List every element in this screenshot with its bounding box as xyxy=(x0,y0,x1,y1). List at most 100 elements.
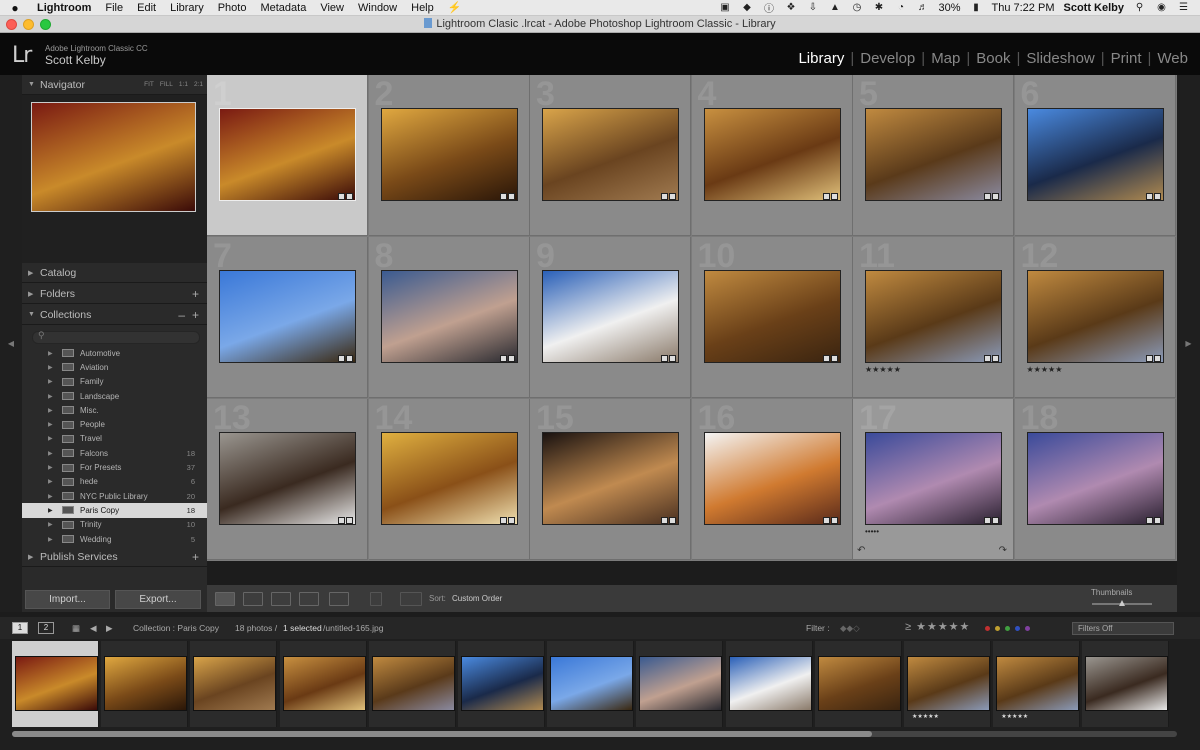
camera-icon[interactable]: ▣ xyxy=(718,2,731,13)
sort-direction-icon[interactable] xyxy=(400,592,422,606)
module-develop[interactable]: Develop xyxy=(854,50,921,67)
collection-item[interactable]: ▶ Misc. xyxy=(22,403,207,417)
filmstrip-source[interactable]: Collection : Paris Copy xyxy=(133,623,219,633)
filmstrip-photo[interactable] xyxy=(996,656,1080,711)
photo-thumbnail[interactable] xyxy=(380,270,518,363)
filmstrip-photo[interactable] xyxy=(1085,656,1169,711)
module-slideshow[interactable]: Slideshow xyxy=(1020,50,1100,67)
collection-badge-icon[interactable] xyxy=(822,355,830,362)
photo-thumbnail[interactable] xyxy=(542,432,679,525)
zoom-2-1[interactable]: 2:1 xyxy=(194,81,203,88)
edit-badge-icon[interactable] xyxy=(507,517,515,524)
photo-thumbnail[interactable] xyxy=(703,270,841,363)
collection-expand-triangle-icon[interactable]: ▶ xyxy=(48,507,53,514)
filmstrip-thumb[interactable] xyxy=(12,641,99,727)
photo-thumbnail[interactable] xyxy=(1026,270,1164,363)
droplet-icon[interactable]: ◆ xyxy=(740,2,753,13)
collection-expand-triangle-icon[interactable]: ▶ xyxy=(48,478,53,485)
color-label-dot[interactable] xyxy=(995,626,1000,631)
edit-badge-icon[interactable] xyxy=(346,193,353,200)
filmstrip-thumb[interactable] xyxy=(725,641,813,727)
photo-thumbnail[interactable] xyxy=(219,432,356,525)
photo-thumbnail[interactable] xyxy=(703,108,841,201)
wifi-icon[interactable]: ◔ xyxy=(894,2,907,13)
thumbnail-size-slider[interactable] xyxy=(1092,600,1152,606)
module-print[interactable]: Print xyxy=(1105,50,1148,67)
edit-badge-icon[interactable] xyxy=(992,517,999,524)
grid-icon[interactable]: ▦ xyxy=(72,623,80,634)
photo-thumbnail[interactable] xyxy=(1026,108,1164,201)
collection-expand-triangle-icon[interactable]: ▶ xyxy=(48,435,53,442)
collection-expand-triangle-icon[interactable]: ▶ xyxy=(48,421,53,428)
filmstrip-thumb[interactable] xyxy=(814,641,902,727)
collection-badge-icon[interactable] xyxy=(499,355,507,362)
grid-cell[interactable]: 5 xyxy=(853,75,1014,236)
navigator-preview[interactable] xyxy=(31,102,196,212)
collection-item[interactable]: ▶ Paris Copy 18 xyxy=(22,503,207,518)
menu-library[interactable]: Library xyxy=(163,2,211,14)
grid-cell[interactable]: 4 xyxy=(691,75,853,236)
menu-help[interactable]: Help xyxy=(404,2,441,14)
photo-thumbnail[interactable] xyxy=(380,108,518,201)
rotate-left-icon[interactable]: ↶ xyxy=(857,545,865,556)
add-publish-service-icon[interactable]: + xyxy=(192,550,199,564)
edit-badge-icon[interactable] xyxy=(992,193,999,200)
collection-badge-icon[interactable] xyxy=(984,517,991,524)
bluetooth-icon[interactable]: ✱ xyxy=(872,2,885,13)
selected-filename[interactable]: /untitled-165.jpg xyxy=(323,623,384,633)
grid-cell[interactable]: 6 xyxy=(1014,75,1176,236)
airplay-icon[interactable]: ▲ xyxy=(828,2,841,13)
notifications-icon[interactable]: ☰ xyxy=(1177,2,1190,13)
flag-filter-icon[interactable]: ◆◆◇ xyxy=(840,623,860,634)
edit-badge-icon[interactable] xyxy=(507,193,515,200)
grid-cell[interactable]: 9 xyxy=(530,237,691,398)
edit-badge-icon[interactable] xyxy=(669,355,676,362)
filmstrip-photo[interactable] xyxy=(104,656,188,711)
secondary-window-2-button[interactable]: 2 xyxy=(38,622,54,634)
star-rating[interactable]: ★★★★★ xyxy=(1027,365,1063,374)
menu-edit[interactable]: Edit xyxy=(130,2,163,14)
collection-item[interactable]: ▶ Aviation xyxy=(22,360,207,374)
zoom-fill[interactable]: FILL xyxy=(160,81,173,88)
collection-item[interactable]: ▶ hede 6 xyxy=(22,475,207,489)
edit-badge-icon[interactable] xyxy=(669,193,676,200)
edit-badge-icon[interactable] xyxy=(830,355,838,362)
collection-expand-triangle-icon[interactable]: ▶ xyxy=(48,493,53,500)
collection-expand-triangle-icon[interactable]: ▶ xyxy=(48,350,53,357)
collection-badge-icon[interactable] xyxy=(984,355,991,362)
navigator-header[interactable]: ▼ Navigator FIT FILL 1:1 2:1 xyxy=(22,75,207,95)
module-book[interactable]: Book xyxy=(970,50,1016,67)
collection-item[interactable]: ▶ NYC Public Library 20 xyxy=(22,489,207,503)
filmstrip-photo[interactable] xyxy=(193,656,277,711)
add-folder-icon[interactable]: + xyxy=(192,287,199,301)
collection-badge-icon[interactable] xyxy=(338,517,345,524)
filter-preset-dropdown[interactable]: Filters Off xyxy=(1072,622,1174,635)
collections-header[interactable]: ▼ Collections – + xyxy=(22,305,207,325)
module-map[interactable]: Map xyxy=(925,50,966,67)
back-arrow-icon[interactable]: ◀ xyxy=(90,623,97,634)
filmstrip-photo[interactable] xyxy=(371,656,455,711)
survey-view-button[interactable] xyxy=(299,592,319,606)
filmstrip-photo[interactable] xyxy=(550,656,634,711)
zoom-fit[interactable]: FIT xyxy=(144,81,154,88)
download-icon[interactable]: ⇩ xyxy=(806,2,819,13)
edit-badge-icon[interactable] xyxy=(669,517,676,524)
menubar-user[interactable]: Scott Kelby xyxy=(1063,2,1124,14)
grid-view-button[interactable] xyxy=(215,592,235,606)
collection-badge-icon[interactable] xyxy=(661,517,668,524)
photo-thumbnail[interactable] xyxy=(865,108,1002,201)
menu-file[interactable]: File xyxy=(98,2,130,14)
collection-badge-icon[interactable] xyxy=(499,517,507,524)
star-rating[interactable]: ••••• xyxy=(865,527,879,536)
collection-badge-icon[interactable] xyxy=(499,193,507,200)
catalog-header[interactable]: ▶ Catalog xyxy=(22,263,207,283)
grid-cell[interactable]: 18 xyxy=(1014,399,1176,560)
loupe-view-button[interactable] xyxy=(243,592,263,606)
siri-icon[interactable]: ◉ xyxy=(1155,2,1168,13)
collection-expand-triangle-icon[interactable]: ▶ xyxy=(48,521,53,528)
grid-cell[interactable]: 16 xyxy=(691,399,853,560)
collection-badge-icon[interactable] xyxy=(661,193,668,200)
color-label-dot[interactable] xyxy=(985,626,990,631)
collection-item[interactable]: ▶ Travel xyxy=(22,432,207,446)
grid-cell[interactable]: 17 ••••• ↶ ↷ xyxy=(853,399,1014,560)
